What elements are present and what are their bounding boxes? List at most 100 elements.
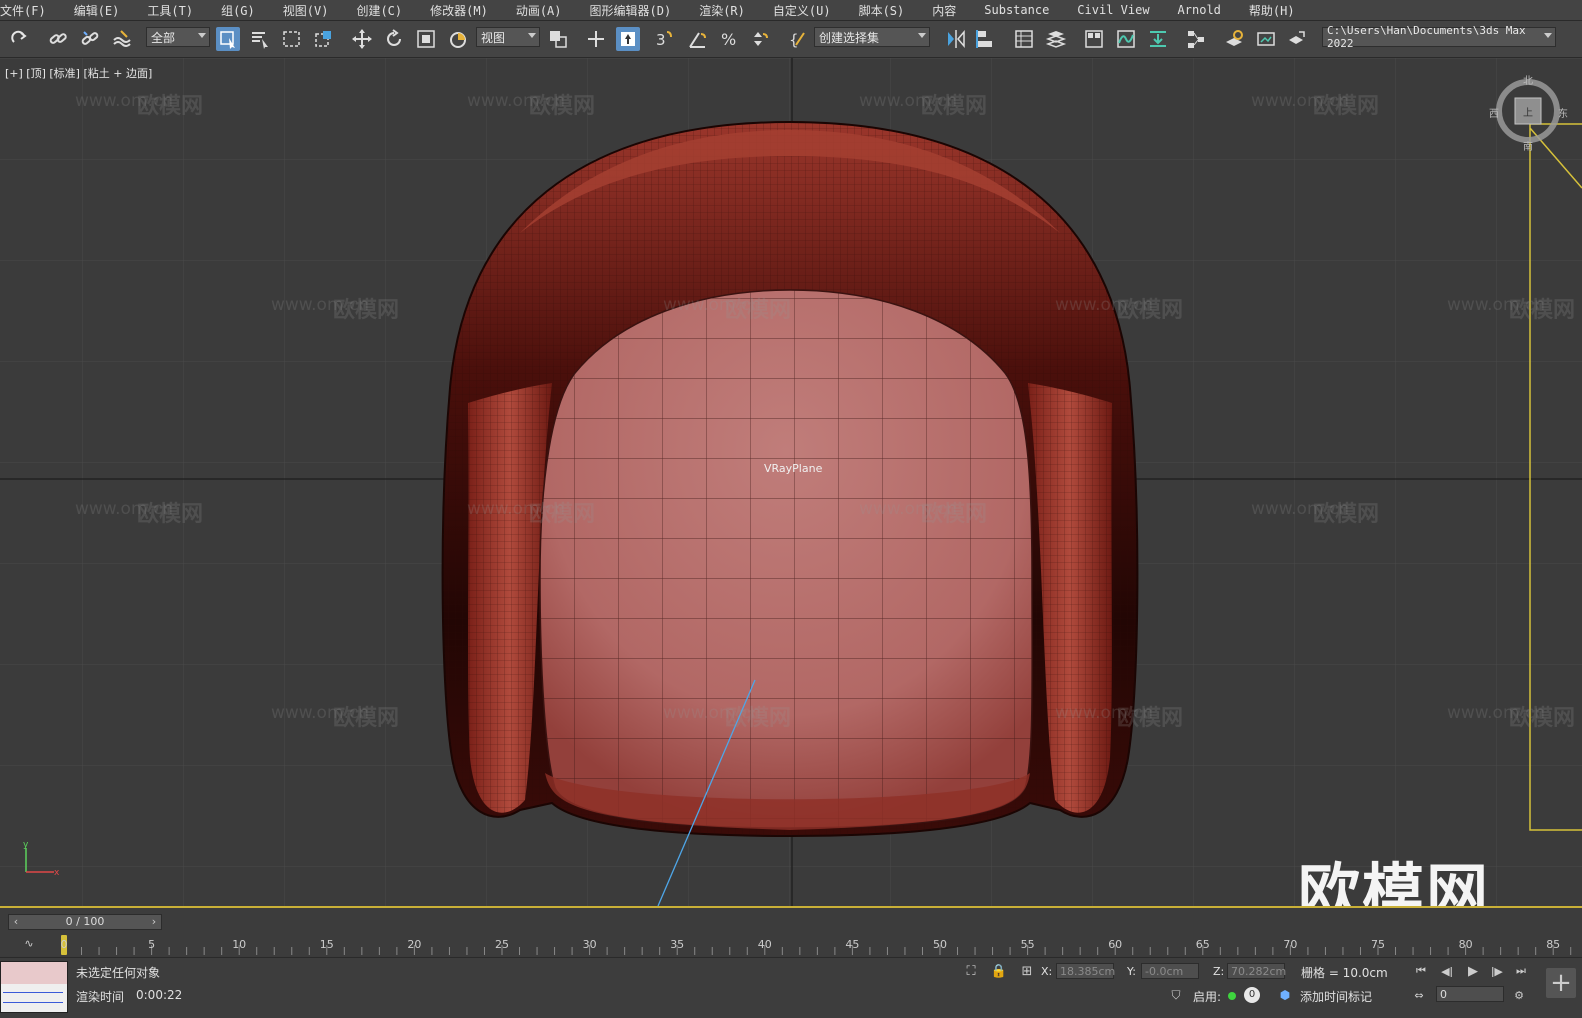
top-viewport[interactable]: y x [+] [顶] [标准] [粘土 + 边面] 北 南 西 东 上 VRa… bbox=[0, 58, 1582, 908]
scene-explorer-icon[interactable] bbox=[1012, 27, 1036, 51]
go-to-start-icon[interactable]: ⏮ bbox=[1412, 962, 1430, 980]
time-slider[interactable]: ‹ 0 / 100 › bbox=[8, 914, 162, 930]
ribbon-toggle-icon[interactable] bbox=[1082, 27, 1106, 51]
redo-icon[interactable] bbox=[8, 27, 32, 51]
menu-item-13[interactable]: Substance bbox=[970, 3, 1063, 17]
reference-coordinate-dropdown[interactable]: 视图 bbox=[476, 27, 540, 47]
rendered-frame-window-icon[interactable] bbox=[1254, 27, 1278, 51]
timeline-tick-label: 55 bbox=[1020, 938, 1035, 951]
x-coordinate-field[interactable]: 18.385cm bbox=[1056, 963, 1115, 979]
timeline-tick-label: 5 bbox=[148, 938, 156, 951]
dope-sheet-icon[interactable] bbox=[1146, 27, 1170, 51]
main-toolbar: 全部 视图 3 % { 创建选择集 C:\Users\Han\Documents… bbox=[0, 21, 1582, 58]
timeline-tick-label: 65 bbox=[1195, 938, 1210, 951]
viewport-label[interactable]: [+] [顶] [标准] [粘土 + 边面] bbox=[5, 65, 152, 81]
placement-icon[interactable] bbox=[446, 27, 470, 51]
select-object-icon[interactable] bbox=[216, 27, 240, 51]
selection-filter-dropdown[interactable]: 全部 bbox=[146, 27, 210, 47]
menu-item-0[interactable]: 文件(F) bbox=[0, 2, 60, 19]
menu-item-16[interactable]: 帮助(H) bbox=[1235, 2, 1309, 19]
menu-item-12[interactable]: 内容 bbox=[918, 2, 970, 19]
window-crossing-icon[interactable] bbox=[312, 27, 336, 51]
absolute-transform-icon[interactable]: ⊞ bbox=[1018, 962, 1036, 980]
select-manipulate-icon[interactable] bbox=[584, 27, 608, 51]
snap-toggle-icon[interactable]: 3 bbox=[652, 27, 676, 51]
y-coordinate-field[interactable]: -0.0cm bbox=[1141, 963, 1199, 979]
time-configuration-icon[interactable]: ⚙ bbox=[1510, 986, 1528, 1004]
svg-text:y: y bbox=[23, 840, 29, 850]
viewport-canvas[interactable]: y x bbox=[0, 58, 1582, 906]
menu-item-1[interactable]: 编辑(E) bbox=[60, 2, 134, 19]
select-by-name-icon[interactable] bbox=[248, 27, 272, 51]
menu-item-3[interactable]: 组(G) bbox=[207, 2, 269, 19]
unlink-icon[interactable] bbox=[78, 27, 102, 51]
timeline-tick-label: 0 bbox=[60, 938, 68, 951]
menu-bar: 文件(F) 编辑(E) 工具(T) 组(G) 视图(V) 创建(C) 修改器(M) 动画(A)… bbox=[0, 0, 1582, 21]
menu-item-2[interactable]: 工具(T) bbox=[133, 2, 207, 19]
menu-item-11[interactable]: 脚本(S) bbox=[845, 2, 919, 19]
viewcube-top-face[interactable]: 上 bbox=[1523, 104, 1533, 119]
timeline-tick-label: 15 bbox=[319, 938, 334, 951]
go-to-end-icon[interactable]: ⏭ bbox=[1512, 962, 1530, 980]
spinner-snap-icon[interactable] bbox=[748, 27, 772, 51]
named-selection-set-dropdown[interactable]: 创建选择集 bbox=[814, 27, 930, 47]
curve-editor-icon[interactable] bbox=[1114, 27, 1138, 51]
time-slider-next-icon[interactable]: › bbox=[147, 915, 161, 929]
key-mode-icon[interactable]: ⇔ bbox=[1410, 986, 1428, 1004]
previous-frame-icon[interactable]: ◀ǀ bbox=[1438, 962, 1456, 980]
add-time-tag-label[interactable]: 添加时间标记 bbox=[1300, 988, 1372, 1005]
timeline-tick-label: 10 bbox=[232, 938, 247, 951]
selection-lock-icon[interactable]: 🔒 bbox=[990, 962, 1008, 980]
watermark: www.om.cn bbox=[467, 499, 566, 519]
adaptive-degradation-icon[interactable]: ⛉ bbox=[1167, 986, 1185, 1004]
edit-named-selection-icon[interactable]: { bbox=[786, 27, 810, 51]
menu-item-4[interactable]: 视图(V) bbox=[269, 2, 343, 19]
move-icon[interactable] bbox=[350, 27, 374, 51]
align-icon[interactable] bbox=[974, 27, 998, 51]
current-frame-field[interactable]: 0 bbox=[1436, 986, 1504, 1002]
curve-editor-mini-icon[interactable]: ∿ bbox=[18, 934, 40, 952]
pivot-center-icon[interactable] bbox=[546, 27, 570, 51]
render-production-icon[interactable] bbox=[1284, 27, 1308, 51]
z-coordinate-field[interactable]: 70.282cm bbox=[1227, 963, 1286, 979]
layer-explorer-icon[interactable] bbox=[1044, 27, 1068, 51]
menu-item-7[interactable]: 动画(A) bbox=[502, 2, 576, 19]
bind-space-warp-icon[interactable] bbox=[110, 27, 134, 51]
render-setup-icon[interactable] bbox=[1222, 27, 1246, 51]
schematic-view-icon[interactable] bbox=[1184, 27, 1208, 51]
maxscript-listener-thumbnail[interactable] bbox=[0, 961, 68, 1013]
rectangular-selection-icon[interactable] bbox=[280, 27, 304, 51]
watermark: www.om.cn bbox=[1055, 295, 1154, 315]
time-tag-icon[interactable]: ⬢ bbox=[1276, 986, 1294, 1004]
link-icon[interactable] bbox=[46, 27, 70, 51]
counter-badge[interactable]: 0 bbox=[1244, 987, 1260, 1003]
project-folder-dropdown[interactable]: C:\Users\Han\Documents\3ds Max 2022 bbox=[1322, 24, 1556, 50]
timeline-tick-label: 25 bbox=[495, 938, 509, 951]
brand-watermark: 欧模网 bbox=[1298, 856, 1491, 908]
scale-icon[interactable] bbox=[414, 27, 438, 51]
mirror-icon[interactable] bbox=[944, 27, 968, 51]
play-icon[interactable]: ▶ bbox=[1464, 962, 1482, 980]
timeline-tick-label: 45 bbox=[845, 938, 860, 951]
menu-item-9[interactable]: 渲染(R) bbox=[685, 2, 759, 19]
menu-item-15[interactable]: Arnold bbox=[1164, 3, 1235, 17]
timeline-tick-label: 70 bbox=[1283, 938, 1298, 951]
track-bar[interactable]: 0 5 10 15 20 25 30 35 40 45 50 55 60 65 70 75 80 85 bbox=[60, 933, 1582, 955]
viewport-navigation-plus-icon[interactable]: + bbox=[1546, 968, 1576, 998]
vrayplane-label: VRayPlane bbox=[764, 462, 823, 475]
menu-item-14[interactable]: Civil View bbox=[1063, 3, 1163, 17]
menu-item-5[interactable]: 创建(C) bbox=[342, 2, 416, 19]
selection-filter-value: 全部 bbox=[151, 30, 176, 45]
menu-item-10[interactable]: 自定义(U) bbox=[759, 2, 845, 19]
time-slider-prev-icon[interactable]: ‹ bbox=[9, 915, 23, 929]
angle-snap-icon[interactable] bbox=[686, 27, 710, 51]
keyboard-shortcut-override-icon[interactable] bbox=[616, 27, 640, 51]
viewcube-east-label: 东 bbox=[1558, 109, 1568, 120]
x-label: X: bbox=[1041, 965, 1053, 978]
isolate-selection-icon[interactable]: ⛶ bbox=[962, 962, 980, 980]
menu-item-8[interactable]: 图形编辑器(D) bbox=[576, 2, 686, 19]
next-frame-icon[interactable]: ǀ▶ bbox=[1488, 962, 1506, 980]
rotate-icon[interactable] bbox=[382, 27, 406, 51]
menu-item-6[interactable]: 修改器(M) bbox=[416, 2, 502, 19]
percent-snap-icon[interactable]: % bbox=[718, 27, 742, 51]
